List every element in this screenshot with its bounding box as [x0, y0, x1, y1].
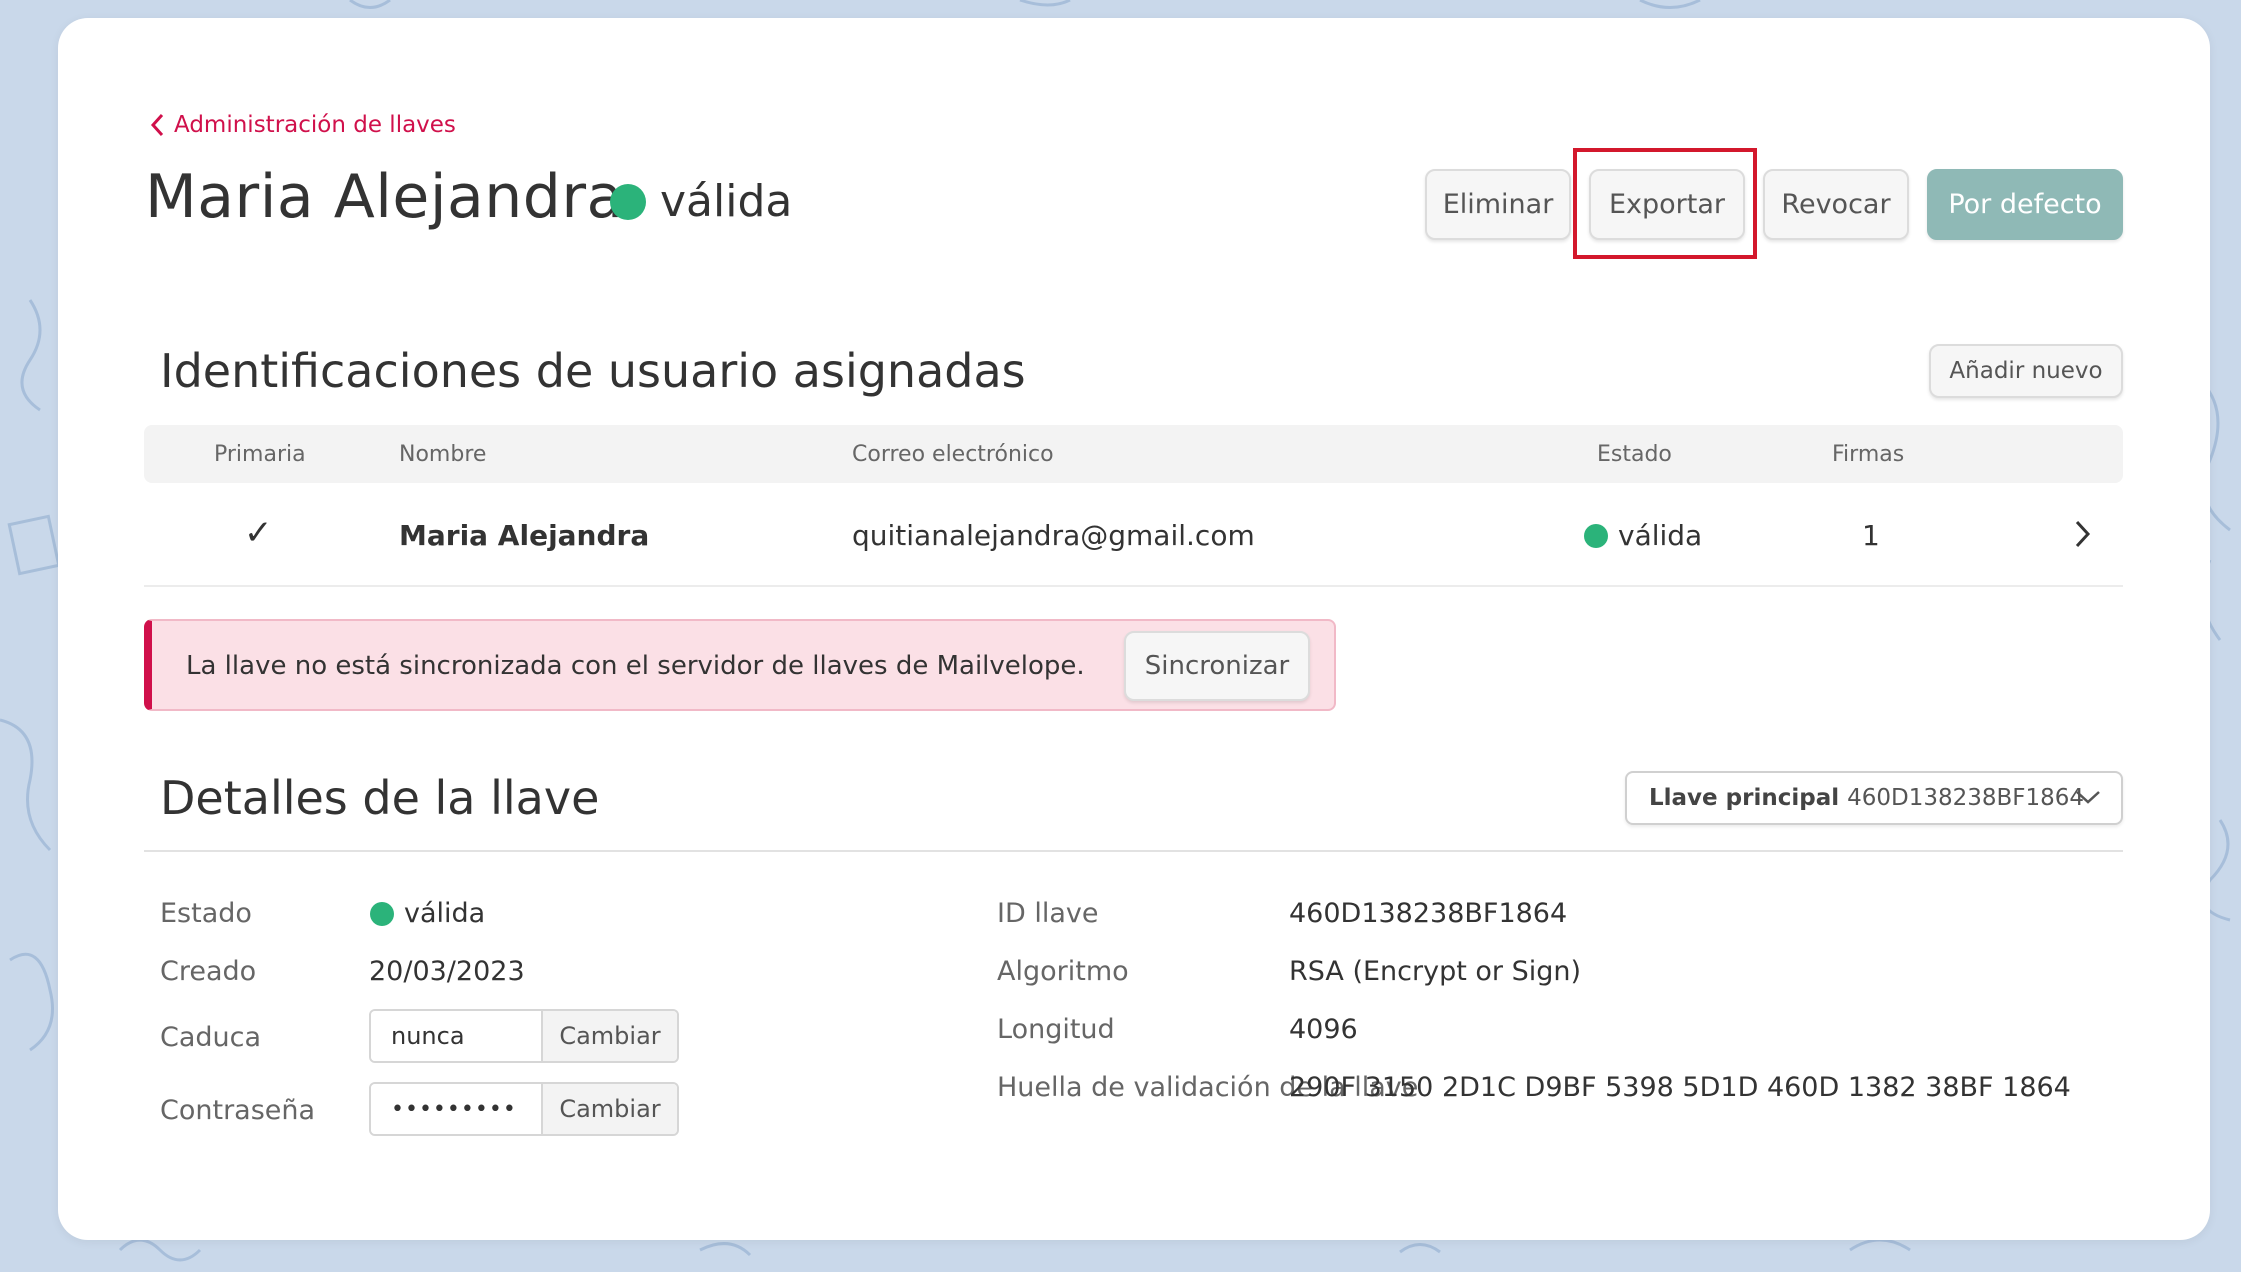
key-selector-dropdown[interactable]: Llave principal 460D138238BF1864 — [1625, 771, 2123, 825]
detail-value-status: válida — [370, 898, 485, 929]
user-ids-table-header: Primaria Nombre Correo electrónico Estad… — [144, 425, 2123, 483]
expires-input[interactable]: nunca — [371, 1011, 541, 1061]
delete-button[interactable]: Eliminar — [1425, 169, 1571, 240]
chevron-left-icon — [150, 113, 164, 137]
detail-value-fingerprint: 290F 3150 2D1C D9BF 5398 5D1D 460D 1382 … — [1289, 1072, 2071, 1103]
sync-alert: La llave no está sincronizada con el ser… — [144, 619, 1336, 711]
status-dot-icon — [1584, 523, 1608, 548]
set-default-button[interactable]: Por defecto — [1927, 169, 2123, 240]
chevron-right-icon[interactable] — [2074, 519, 2092, 549]
user-id-name: Maria Alejandra — [399, 519, 650, 552]
detail-status-text: válida — [404, 898, 486, 929]
user-id-status-label: válida — [1618, 519, 1703, 552]
detail-label-expires: Caduca — [160, 1022, 262, 1053]
user-id-signatures: 1 — [1862, 519, 1880, 552]
primary-check-icon: ✓ — [244, 513, 273, 553]
user-id-status: válida — [1584, 519, 1702, 552]
sync-button[interactable]: Sincronizar — [1124, 631, 1310, 701]
status-dot-icon — [370, 901, 394, 926]
table-row[interactable]: ✓ Maria Alejandra quitianalejandra@gmail… — [144, 483, 2123, 587]
column-header-primary: Primaria — [214, 442, 306, 467]
column-header-signatures: Firmas — [1832, 442, 1905, 467]
change-password-button[interactable]: Cambiar — [541, 1084, 677, 1134]
password-input[interactable]: ••••••••• — [371, 1084, 541, 1134]
chevron-down-icon — [2076, 791, 2100, 804]
change-expiry-button[interactable]: Cambiar — [541, 1011, 677, 1061]
key-status-label: válida — [660, 176, 793, 227]
status-dot-icon — [610, 183, 646, 220]
key-details-heading: Detalles de la llave — [160, 771, 600, 825]
detail-value-created: 20/03/2023 — [369, 956, 525, 987]
column-header-name: Nombre — [399, 442, 487, 467]
key-selector-label: Llave principal — [1649, 785, 1840, 811]
detail-value-algorithm: RSA (Encrypt or Sign) — [1289, 956, 1582, 987]
detail-label-password: Contraseña — [160, 1095, 316, 1126]
user-id-email: quitianalejandra@gmail.com — [852, 519, 1255, 552]
user-ids-heading: Identificaciones de usuario asignadas — [160, 344, 1026, 398]
breadcrumb-label: Administración de llaves — [174, 112, 456, 138]
column-header-email: Correo electrónico — [852, 442, 1054, 467]
page-title: Maria Alejandra — [145, 162, 624, 232]
password-field-group: ••••••••• Cambiar — [369, 1082, 679, 1136]
key-status: válida — [610, 176, 792, 227]
detail-value-length: 4096 — [1289, 1014, 1358, 1045]
detail-label-status: Estado — [160, 898, 252, 929]
export-highlight-box — [1573, 148, 1757, 259]
add-user-id-button[interactable]: Añadir nuevo — [1929, 344, 2123, 398]
column-header-status: Estado — [1597, 442, 1672, 467]
detail-label-created: Creado — [160, 956, 257, 987]
breadcrumb-back-link[interactable]: Administración de llaves — [150, 112, 456, 138]
expires-field-group: nunca Cambiar — [369, 1009, 679, 1063]
key-selector-value: 460D138238BF1864 — [1847, 785, 2085, 811]
detail-label-keyid: ID llave — [997, 898, 1099, 929]
detail-value-keyid: 460D138238BF1864 — [1289, 898, 1568, 929]
sync-alert-message: La llave no está sincronizada con el ser… — [186, 651, 1085, 681]
revoke-button[interactable]: Revocar — [1763, 169, 1909, 240]
details-divider — [144, 850, 2123, 852]
detail-label-algorithm: Algoritmo — [997, 956, 1129, 987]
detail-label-length: Longitud — [997, 1014, 1115, 1045]
